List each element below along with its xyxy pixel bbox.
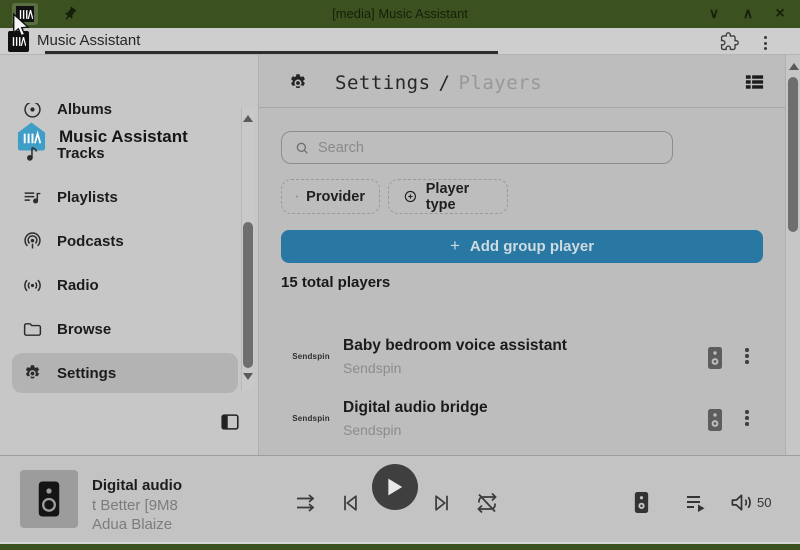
loading-bar: [45, 51, 498, 54]
more-icon[interactable]: [745, 410, 749, 426]
add-group-player-button[interactable]: + Add group player: [281, 230, 763, 263]
mouse-cursor: [11, 13, 33, 37]
now-playing-player[interactable]: Digital audio: [92, 477, 182, 494]
speaker-icon: [34, 480, 64, 518]
window-bottom-border: [0, 544, 800, 550]
folder-icon: [22, 319, 43, 340]
radio-broadcast-icon: [22, 275, 43, 296]
settings-gear-icon: [287, 72, 309, 94]
player-row[interactable]: Sendspin Baby bedroom voice assistant Se…: [259, 330, 779, 386]
minimize-button[interactable]: ∨: [702, 0, 726, 28]
now-playing-bar: Digital audio t Better [9M8 Adua Blaize …: [0, 455, 800, 543]
album-icon: [22, 103, 43, 120]
search-icon: [294, 140, 310, 156]
player-row[interactable]: Sendspin Digital audio bridge Sendspin: [259, 392, 779, 448]
playlist-icon: [22, 187, 43, 208]
sidebar-nav: Albums Tracks Playlists Podcasts: [0, 103, 240, 393]
player-name: Digital audio bridge: [343, 399, 488, 417]
provider-logo: Sendspin: [285, 352, 337, 361]
window-title: [media] Music Assistant: [0, 0, 800, 28]
sidebar-item-tracks[interactable]: Tracks: [0, 131, 240, 175]
collapse-sidebar-button[interactable]: [219, 411, 241, 433]
maximize-button[interactable]: ∧: [736, 0, 760, 28]
sidebar-item-browse[interactable]: Browse: [0, 307, 240, 351]
now-playing-artist[interactable]: Adua Blaize: [92, 516, 172, 533]
breadcrumb: Settings / Players: [335, 72, 542, 94]
skip-previous-icon[interactable]: [339, 493, 361, 513]
player-name: Baby bedroom voice assistant: [343, 337, 567, 355]
player-provider: Sendspin: [343, 422, 401, 438]
plus-circle-icon: [403, 188, 418, 205]
breadcrumb-separator: /: [439, 72, 451, 94]
sidebar-scroll-up-icon[interactable]: [243, 115, 253, 122]
shuffle-icon[interactable]: [294, 492, 318, 514]
sidebar-item-radio[interactable]: Radio: [0, 263, 240, 307]
player-type-filter-button[interactable]: Player type: [388, 179, 508, 214]
main-scrollbar-thumb[interactable]: [788, 77, 798, 232]
sidebar-item-playlists[interactable]: Playlists: [0, 175, 240, 219]
extension-icon[interactable]: [720, 32, 739, 51]
provider-filter-button[interactable]: Provider: [281, 179, 380, 214]
table-view-icon[interactable]: [744, 72, 765, 92]
speaker-icon[interactable]: [705, 345, 727, 371]
breadcrumb-settings[interactable]: Settings: [335, 72, 431, 94]
sidebar-item-settings[interactable]: Settings: [0, 351, 240, 393]
skip-next-icon[interactable]: [431, 493, 453, 513]
podcast-icon: [22, 231, 43, 252]
sidebar-item-albums[interactable]: Albums: [0, 103, 240, 131]
gear-icon: [22, 363, 43, 384]
sidebar-scroll-down-icon[interactable]: [243, 373, 253, 380]
queue-icon[interactable]: [684, 493, 708, 513]
window-titlebar: [media] Music Assistant ∨ ∧ ×: [0, 0, 800, 28]
play-button[interactable]: [372, 464, 418, 510]
repeat-off-icon[interactable]: [474, 491, 500, 515]
players-count: 15 total players: [281, 274, 390, 291]
browser-menu-icon[interactable]: [764, 36, 767, 50]
music-note-icon: [22, 143, 43, 164]
sidebar-item-podcasts[interactable]: Podcasts: [0, 219, 240, 263]
selected-item-highlight: [12, 353, 238, 393]
sidebar-scrollbar-thumb[interactable]: [243, 222, 253, 368]
breadcrumb-players: Players: [458, 72, 542, 94]
main-content: Settings / Players Search Provider Player …: [258, 55, 800, 455]
plus-icon: +: [450, 236, 460, 256]
play-icon: [386, 477, 404, 497]
main-scroll-up-icon[interactable]: [789, 63, 799, 70]
provider-logo: Sendspin: [285, 414, 337, 423]
search-placeholder: Search: [318, 140, 364, 156]
header-divider: [259, 107, 786, 108]
volume-icon[interactable]: [729, 491, 755, 514]
search-input[interactable]: Search: [281, 131, 673, 164]
volume-level: 50: [757, 495, 771, 510]
app-window: [media] Music Assistant ∨ ∧ × Music Assi…: [0, 0, 800, 550]
album-art-placeholder[interactable]: [20, 470, 78, 528]
now-playing-track[interactable]: t Better [9M8: [92, 497, 178, 514]
speaker-icon[interactable]: [705, 407, 727, 433]
plus-circle-icon: [296, 188, 298, 205]
player-provider: Sendspin: [343, 360, 401, 376]
sidebar: Music Assistant Albums Tracks Playlists: [0, 55, 258, 455]
player-select-speaker-icon[interactable]: [632, 490, 651, 515]
more-icon[interactable]: [745, 348, 749, 364]
close-button[interactable]: ×: [768, 0, 792, 28]
